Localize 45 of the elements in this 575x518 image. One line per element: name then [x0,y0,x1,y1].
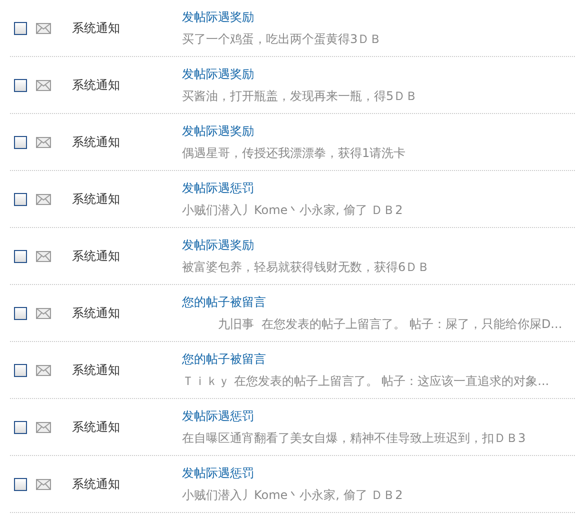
message-text: 买了一个鸡蛋，吃出两个蛋黄得3ＤＢ [182,30,382,48]
envelope-icon [36,136,51,148]
message-title-link[interactable]: 发帖际遇奖励 [182,122,406,140]
envelope-icon [36,308,51,318]
envelope-icon [36,194,51,204]
envelope-icon [36,250,51,262]
checkbox[interactable] [14,192,27,206]
message-text: 被富婆包养，轻易就获得钱财无数，获得6ＤＢ [182,258,430,276]
envelope-icon [36,80,51,90]
message-title-link[interactable]: 您的帖子被留言 [182,350,550,368]
message-title-link[interactable]: 发帖际遇奖励 [182,66,418,82]
sender-name: 系统通知 [72,476,121,492]
message-text: 偶遇星哥，传授还我漂漂拳，获得1请洗卡 [182,144,406,162]
message-title-link[interactable]: 发帖际遇惩罚 [182,408,526,424]
sender-name: 系统通知 [72,20,121,36]
sender-name: 系统通知 [72,418,121,436]
checkbox[interactable] [14,420,27,434]
checkbox[interactable] [14,22,27,34]
checkbox[interactable] [14,306,27,320]
sender-name: 系统通知 [72,248,121,264]
message-title-link[interactable]: 发帖际遇惩罚 [182,180,403,196]
message-title-link[interactable]: 发帖际遇奖励 [182,236,430,254]
checkbox[interactable] [14,364,27,376]
message-text: 买酱油，打开瓶盖，发现再来一瓶，得5ＤＢ [182,88,418,104]
checkbox[interactable] [14,250,27,262]
checkbox[interactable] [14,78,27,92]
message-text: 小贼们潜入丿Kome丶小永家, 偷了 ＤＢ2 [182,202,403,218]
sender-name: 系统通知 [72,76,121,94]
sender-name: 系统通知 [72,362,121,378]
sender-name: 系统通知 [72,190,121,208]
checkbox[interactable] [14,478,27,490]
message-text: 在自曝区通宵翻看了美女自爆，精神不佳导致上班迟到，扣ＤＢ3 [182,430,526,446]
sender-name: 系统通知 [72,134,121,150]
message-text: 小贼们潜入丿Kome丶小永家, 偷了 ＤＢ2 [182,486,403,504]
message-text: 九旧事 在您发表的帖子上留言了。 帖子：屎了，只能给你屎D... [217,316,562,332]
envelope-icon [36,422,51,432]
message-text: Ｔｉｋｙ 在您发表的帖子上留言了。 帖子：这应该一直追求的对象... [182,372,550,390]
message-title-link[interactable]: 您的帖子被留言 [182,294,562,310]
message-title-link[interactable]: 发帖际遇奖励 [182,8,382,26]
envelope-icon [36,478,51,490]
envelope-icon [36,22,51,34]
envelope-icon [36,364,51,376]
sender-name: 系统通知 [72,304,121,322]
message-title-link[interactable]: 发帖际遇惩罚 [182,464,403,482]
checkbox[interactable] [14,136,27,148]
